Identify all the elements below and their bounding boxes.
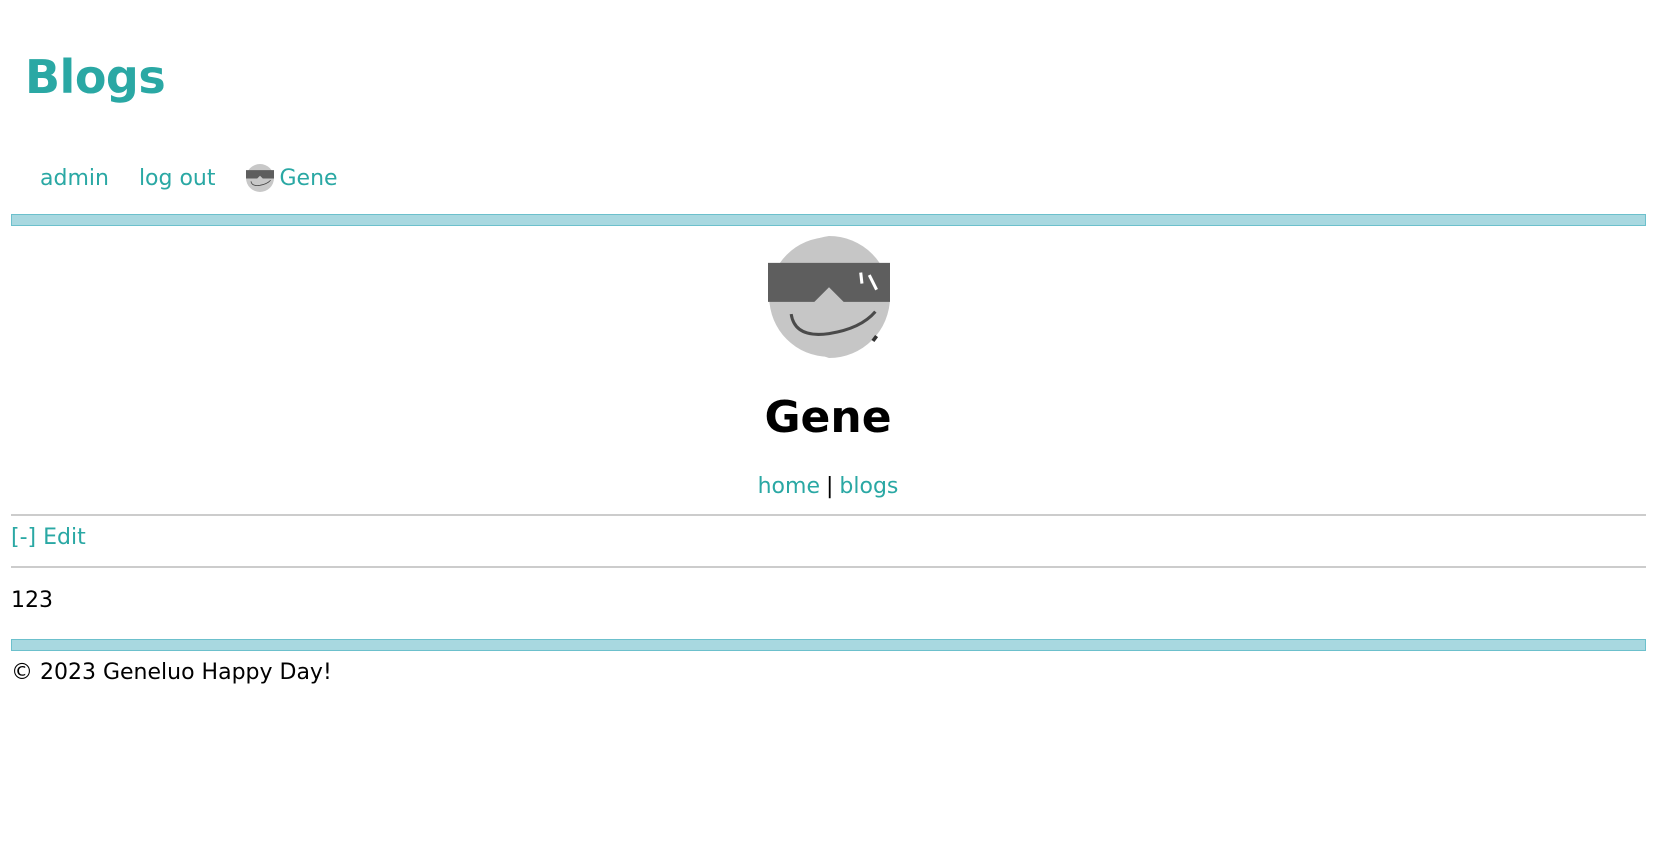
header-divider-bar bbox=[11, 214, 1646, 226]
user-profile-link[interactable]: Gene bbox=[245, 164, 338, 192]
blogs-link[interactable]: blogs bbox=[839, 474, 898, 499]
home-link[interactable]: home bbox=[758, 474, 820, 499]
site-title[interactable]: Blogs bbox=[25, 50, 166, 104]
link-separator: | bbox=[825, 474, 834, 499]
profile-avatar bbox=[768, 236, 890, 358]
footer-text: © 2023 Geneluo Happy Day! bbox=[11, 660, 332, 685]
profile-name: Gene bbox=[764, 392, 892, 443]
profile-links: home | blogs bbox=[0, 474, 1656, 499]
top-nav: admin log out Gene bbox=[40, 158, 338, 198]
avatar-sunglasses-icon bbox=[768, 236, 890, 358]
footer-divider-bar bbox=[11, 639, 1646, 651]
content-divider-top bbox=[11, 514, 1646, 516]
avatar-sunglasses-icon bbox=[245, 164, 274, 192]
post-body-text: 123 bbox=[11, 588, 53, 613]
content-divider-bottom bbox=[11, 566, 1646, 568]
user-name-label: Gene bbox=[279, 165, 338, 191]
admin-link[interactable]: admin bbox=[40, 166, 109, 191]
edit-toggle-link[interactable]: [-] Edit bbox=[11, 525, 86, 550]
logout-link[interactable]: log out bbox=[139, 166, 216, 191]
